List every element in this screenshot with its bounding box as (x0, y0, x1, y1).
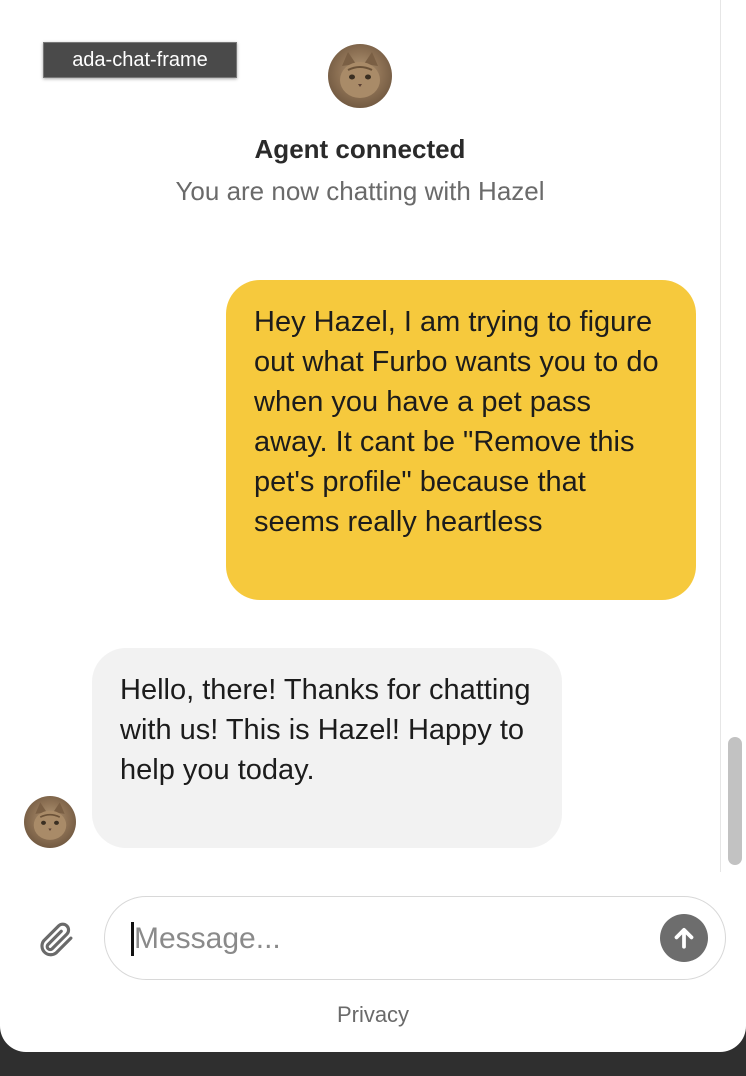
attach-button[interactable] (34, 917, 78, 961)
scrollbar-thumb[interactable] (728, 737, 742, 865)
cat-avatar-icon (33, 802, 67, 840)
privacy-link[interactable]: Privacy (0, 1002, 746, 1028)
send-button[interactable] (660, 914, 708, 962)
message-input[interactable] (134, 916, 634, 962)
arrow-up-icon (674, 928, 694, 949)
agent-connected-title: Agent connected (254, 134, 466, 164)
agent-message-bubble: Hello, there! Thanks for chatting with u… (92, 648, 562, 848)
agent-avatar (328, 44, 392, 108)
user-message-bubble: Hey Hazel, I am trying to figure out wha… (226, 280, 696, 600)
paperclip-icon (40, 922, 73, 957)
agent-message-avatar (24, 796, 76, 848)
frame-tooltip: ada-chat-frame (43, 42, 237, 78)
agent-connected-subtitle: You are now chatting with Hazel (175, 176, 545, 206)
chat-window: ada-chat-frame Agent connected You are n… (0, 0, 746, 1052)
cat-avatar-icon (340, 52, 380, 98)
